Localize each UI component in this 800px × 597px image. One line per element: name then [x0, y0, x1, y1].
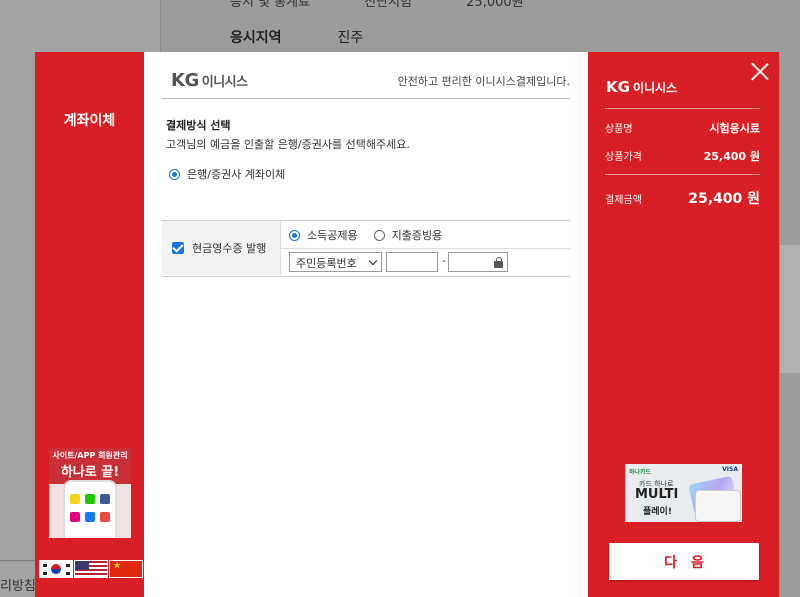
- bank-transfer-option[interactable]: 은행/증권사 계좌이체: [169, 166, 285, 182]
- bank-transfer-label: 은행/증권사 계좌이체: [187, 168, 286, 181]
- section-title: 결제방식 선택: [166, 119, 231, 132]
- header-divider: [162, 98, 570, 99]
- inicis-logo: KG 이니시스: [171, 70, 248, 91]
- id-number-first-input[interactable]: [386, 252, 438, 272]
- ad-line1: 사이트/APP 회원관리: [49, 448, 131, 461]
- visa-logo: VISA: [722, 466, 738, 473]
- id-dash: -: [442, 254, 446, 267]
- expense-proof-radio[interactable]: [373, 229, 385, 241]
- card-image-back: [695, 490, 741, 522]
- expense-proof-option[interactable]: 지출증빙용: [373, 227, 443, 243]
- background-fee-label: 응시 및 통계료: [230, 0, 311, 10]
- ad-text-line3: 플레이!: [643, 507, 672, 517]
- background-region-label: 응시지역: [230, 30, 282, 46]
- payment-modal: 계좌이체 사이트/APP 회원관리 하나로 끝! ★ KG 이니시스 안전하고 …: [35, 52, 779, 597]
- background-right-panel: [780, 245, 800, 373]
- ad-text-line2: MULTI: [635, 487, 679, 502]
- total-amount-row: 결제금액 25,400 원: [605, 188, 760, 208]
- income-deduction-label: 소득공제용: [307, 229, 358, 242]
- lock-icon: [494, 257, 503, 268]
- usa-flag-icon[interactable]: [74, 560, 108, 578]
- product-price-value: 25,400 원: [703, 150, 760, 163]
- cash-receipt-toggle[interactable]: 현금영수증 발행: [162, 221, 281, 275]
- id-type-select[interactable]: 주민등록번호: [289, 252, 382, 272]
- product-price-label: 상품가격: [605, 152, 642, 163]
- background-fee-type: 진단시험: [364, 0, 413, 10]
- summary-inicis-logo: KG 이니시스: [606, 78, 678, 96]
- member-management-ad[interactable]: 사이트/APP 회원관리 하나로 끝!: [49, 448, 131, 538]
- background-fee-row: 응시 및 통계료 진단시험 25,000원: [230, 0, 574, 10]
- total-amount-label: 결제금액: [605, 194, 642, 206]
- section-description: 고객님의 예금을 인출할 은행/증권사를 선택해주세요.: [166, 138, 410, 151]
- background-region-row: 응시지역 진주: [230, 27, 363, 47]
- product-name-label: 상품명: [605, 124, 633, 135]
- bank-transfer-radio[interactable]: [169, 168, 180, 180]
- payment-method-sidebar: 계좌이체 사이트/APP 회원관리 하나로 끝! ★: [35, 52, 144, 597]
- product-name-value: 시험응시료: [709, 122, 760, 135]
- background-divider: [0, 560, 40, 561]
- cash-receipt-section: 현금영수증 발행 소득공제용 지출증빙용 주민등록번호 -: [162, 220, 571, 277]
- background-fee-amount: 25,000원: [466, 0, 524, 10]
- order-summary-panel: KG 이니시스 상품명 시험응시료 상품가격 25,400 원 결제금액 25,4…: [588, 52, 779, 597]
- background-privacy-link[interactable]: 리방침: [0, 575, 36, 594]
- hanacard-multi-ad[interactable]: 하나카드 VISA 카드 하나로 MULTI 플레이!: [625, 464, 742, 522]
- summary-divider-top: [605, 108, 760, 109]
- korea-flag-icon[interactable]: [39, 560, 73, 578]
- income-deduction-option[interactable]: 소득공제용: [289, 227, 358, 243]
- chevron-down-icon: [368, 256, 378, 266]
- expense-proof-label: 지출증빙용: [391, 229, 443, 242]
- payment-method-title[interactable]: 계좌이체: [35, 110, 144, 130]
- receipt-purpose-group: 소득공제용 지출증빙용: [289, 227, 458, 243]
- id-number-second-input[interactable]: [448, 252, 508, 272]
- summary-divider-bottom: [605, 174, 760, 175]
- close-icon[interactable]: [751, 62, 769, 80]
- income-deduction-radio[interactable]: [289, 229, 300, 241]
- product-name-row: 상품명 시험응시료: [605, 120, 760, 136]
- next-button[interactable]: 다음: [609, 543, 759, 580]
- id-type-value: 주민등록번호: [296, 257, 357, 270]
- total-amount-value: 25,400 원: [688, 191, 760, 207]
- china-flag-icon[interactable]: ★: [109, 560, 143, 578]
- cash-receipt-label: 현금영수증 발행: [192, 242, 267, 255]
- cash-receipt-checkbox[interactable]: [172, 242, 184, 254]
- background-region-value: 진주: [337, 30, 364, 46]
- tagline: 안전하고 편리한 이니시스결제입니다.: [397, 75, 570, 88]
- ad-brand: 하나카드: [629, 469, 652, 476]
- language-flags: ★: [39, 560, 143, 578]
- receipt-divider: [281, 248, 571, 249]
- phone-illustration: [65, 482, 115, 538]
- product-price-row: 상품가격 25,400 원: [605, 148, 760, 164]
- ad-line2: 하나로 끝!: [49, 461, 131, 484]
- payment-form: KG 이니시스 안전하고 편리한 이니시스결제입니다. 결제방식 선택 고객님의 …: [144, 52, 588, 597]
